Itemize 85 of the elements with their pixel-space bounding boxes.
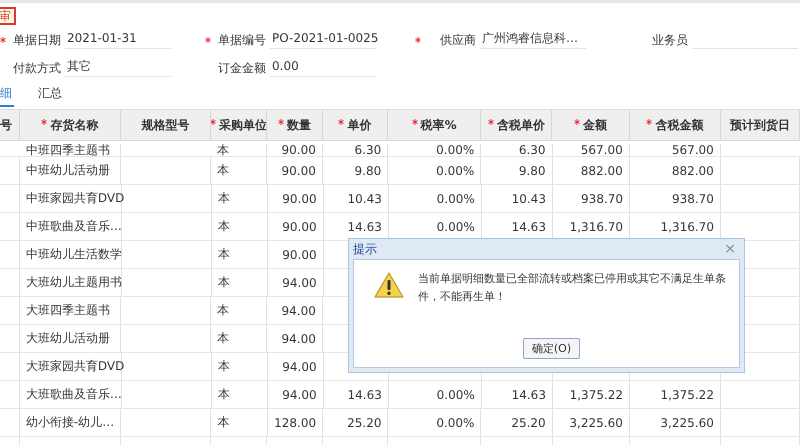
table-cell: 94.00 [267, 325, 323, 352]
input-field[interactable]: 其它 [65, 56, 171, 77]
table-cell: 中班幼儿生活数学 [20, 241, 122, 268]
dialog-message: 当前单据明细数量已全部流转或档案已停用或其它不满足生单条件，不能再生单！ [418, 271, 727, 305]
table-cell: 567.00 [630, 144, 721, 156]
table-cell: 938.70 [552, 185, 630, 212]
column-header: 预计到货日 [730, 116, 790, 134]
table-cell: 6.30 [322, 144, 388, 156]
field-label: 业务员 [651, 32, 689, 49]
table-cell: 3,225.60 [630, 409, 721, 436]
table-cell: 本 [210, 157, 268, 184]
table-cell: 10.43 [482, 185, 553, 212]
table-cell: 幼小衔接-幼儿… [20, 409, 122, 436]
tab[interactable]: 细 [0, 83, 14, 107]
table-cell: 本 [212, 213, 268, 240]
table-cell: 14.63 [324, 381, 389, 408]
table-cell: 大班家园共育DVD [20, 353, 122, 380]
table-cell: 90.00 [268, 185, 324, 212]
table-cell: 90.00 [267, 144, 323, 156]
ok-button[interactable]: 确定(O) [522, 338, 580, 359]
table-cell: 25.20 [323, 409, 388, 436]
table-cell: 0.00% [388, 144, 482, 156]
column-header: 数量 [287, 116, 312, 134]
column-header: 含税金额 [655, 116, 704, 134]
field-label: 订金金额 [217, 60, 267, 77]
tab[interactable]: 汇总 [36, 83, 64, 107]
table-cell: 本 [212, 269, 268, 296]
field-label: 单据日期 [12, 32, 62, 49]
table-cell: 大班幼儿活动册 [20, 325, 121, 352]
table-cell: 本 [212, 241, 268, 268]
table-cell: 大班四季主题书 [20, 297, 121, 324]
table-cell: 0.00% [388, 381, 482, 408]
column-header: 税率% [420, 116, 457, 134]
table-cell: 94.00 [267, 297, 323, 324]
column-header: 规格型号 [141, 116, 190, 134]
column-header: 金额 [583, 116, 608, 134]
field-label: 供应商 [439, 32, 477, 49]
table-cell: 0.00% [388, 409, 482, 436]
table-cell: 938.70 [630, 185, 721, 212]
table-cell: 90.00 [268, 213, 324, 240]
table-cell: 567.00 [552, 144, 630, 156]
input-field[interactable]: 0.00 [270, 56, 376, 77]
column-header: 存货名称 [50, 116, 98, 134]
table-cell: 90.00 [268, 241, 324, 268]
table-cell: 1,375.22 [552, 381, 630, 408]
table-cell: 882.00 [630, 157, 721, 184]
table-cell: 本 [211, 409, 268, 436]
table-cell: 本 [210, 325, 268, 352]
column-header: 单价 [347, 116, 372, 134]
column-header: 号 [0, 116, 12, 134]
table-cell: 中班四季主题书 [20, 144, 121, 156]
table-cell: 90.00 [267, 157, 323, 184]
table-cell: 94.00 [268, 353, 324, 380]
table-cell: 大班歌曲及音乐… [20, 381, 122, 408]
input-field[interactable]: PO-2021-01-0025 [270, 28, 376, 49]
table-cell: 1,375.22 [630, 381, 721, 408]
table-cell: 中班幼儿活动册 [20, 157, 121, 184]
table-cell: 0.00% [388, 157, 482, 184]
table-cell: 大班幼儿主题用书 [20, 269, 122, 296]
input-field[interactable]: 广州鸿睿信息科… [480, 28, 586, 49]
table-cell: 6.30 [481, 144, 553, 156]
field-label: 单据编号 [217, 32, 267, 49]
table-cell: 中班家园共育DVD [20, 185, 122, 212]
table-cell: 本 [212, 185, 268, 212]
input-field[interactable]: 2021-01-31 [65, 28, 171, 49]
table-cell: 94.00 [268, 381, 324, 408]
table-cell: 本 [210, 144, 268, 156]
table-cell: 9.80 [481, 157, 553, 184]
table-cell: 25.20 [481, 409, 553, 436]
field-label: 付款方式 [12, 60, 62, 77]
table-cell: 本 [210, 297, 268, 324]
table-cell: 128.00 [268, 409, 324, 436]
table-cell: 882.00 [552, 157, 630, 184]
table-cell: 10.43 [324, 185, 389, 212]
table-cell: 0.00% [388, 185, 482, 212]
table-cell: 本 [212, 353, 268, 380]
dialog-title: 提示 [353, 240, 377, 258]
table-cell: 14.63 [482, 381, 553, 408]
table-cell: 9.80 [322, 157, 388, 184]
column-header: 含税单价 [496, 116, 545, 134]
table-cell: 3,225.60 [552, 409, 630, 436]
table-cell: 94.00 [268, 269, 324, 296]
warning-icon [374, 272, 404, 298]
table-cell: 本 [212, 381, 268, 408]
table-cell: 中班歌曲及音乐… [20, 213, 122, 240]
